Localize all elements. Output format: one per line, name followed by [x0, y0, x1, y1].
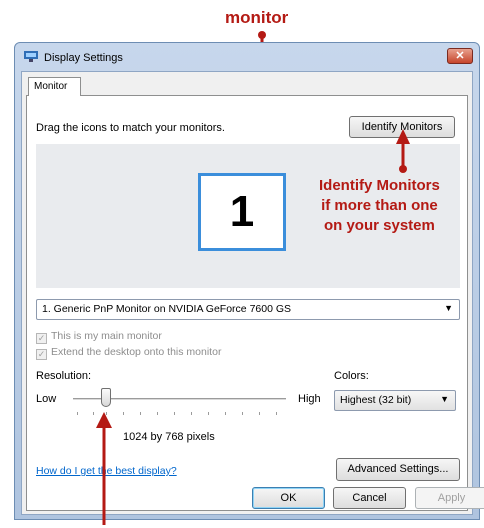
monitor-dropdown-value: 1. Generic PnP Monitor on NVIDIA GeForce… [42, 303, 292, 315]
resolution-slider-thumb[interactable] [101, 388, 111, 407]
dropdown-arrow-icon: ▼ [444, 303, 453, 313]
window-title: Display Settings [44, 52, 123, 64]
annotation-identify-line3: on your system [323, 217, 435, 234]
close-button[interactable]: ✕ [447, 48, 473, 64]
slider-tick [242, 412, 243, 415]
main-monitor-label: This is my main monitor [51, 330, 162, 342]
annotation-identify-line1: Identify Monitors [319, 177, 440, 194]
advanced-settings-button[interactable]: Advanced Settings... [336, 458, 460, 481]
cancel-button[interactable]: Cancel [333, 487, 406, 509]
slider-tick [140, 412, 141, 415]
tab-monitor[interactable]: Monitor [28, 77, 81, 96]
slider-tick [276, 412, 277, 415]
title-bar[interactable]: Display Settings ✕ [15, 43, 479, 71]
slider-tick [259, 412, 260, 415]
arrow-up-icon [396, 129, 410, 173]
slider-tick [157, 412, 158, 415]
checkmark-icon: ✓ [36, 349, 47, 360]
main-monitor-checkbox[interactable]: ✓ This is my main monitor [36, 330, 162, 344]
slider-tick [225, 412, 226, 415]
slider-tick [93, 412, 94, 415]
extend-desktop-label: Extend the desktop onto this monitor [51, 346, 222, 358]
slider-tick [174, 412, 175, 415]
ok-button[interactable]: OK [252, 487, 325, 509]
resolution-high-label: High [298, 393, 321, 405]
extend-desktop-checkbox[interactable]: ✓ Extend the desktop onto this monitor [36, 346, 221, 360]
colors-label: Colors: [334, 370, 369, 382]
instruction-text: Drag the icons to match your monitors. [36, 122, 225, 134]
slider-tick [191, 412, 192, 415]
monitor-dropdown[interactable]: 1. Generic PnP Monitor on NVIDIA GeForce… [36, 299, 460, 320]
close-icon: ✕ [455, 50, 465, 62]
slider-tick [123, 412, 124, 415]
arrow-up-icon [96, 412, 112, 525]
annotation-identify-line2: if more than one [321, 197, 438, 214]
checkmark-icon: ✓ [36, 333, 47, 344]
dropdown-arrow-icon: ▼ [440, 394, 449, 404]
annotation-arrow-identify [395, 128, 411, 174]
annotation-monitor: monitor [225, 8, 289, 27]
slider-tick [208, 412, 209, 415]
annotation-arrow-slider [95, 412, 113, 525]
display-settings-window: Display Settings ✕ Monitor Drag the icon… [14, 42, 484, 520]
resolution-value: 1024 by 768 pixels [123, 431, 215, 443]
colors-dropdown-value: Highest (32 bit) [340, 394, 412, 406]
resolution-low-label: Low [36, 393, 57, 405]
monitor-1-icon[interactable]: 1 [198, 173, 286, 251]
resolution-label: Resolution: [36, 370, 92, 382]
colors-dropdown[interactable]: Highest (32 bit) ▼ [334, 390, 456, 411]
display-icon [24, 51, 38, 62]
apply-button[interactable]: Apply [415, 487, 484, 509]
annotation-identify-monitors: Identify Monitors if more than one on yo… [319, 176, 440, 236]
slider-tick [77, 412, 78, 415]
